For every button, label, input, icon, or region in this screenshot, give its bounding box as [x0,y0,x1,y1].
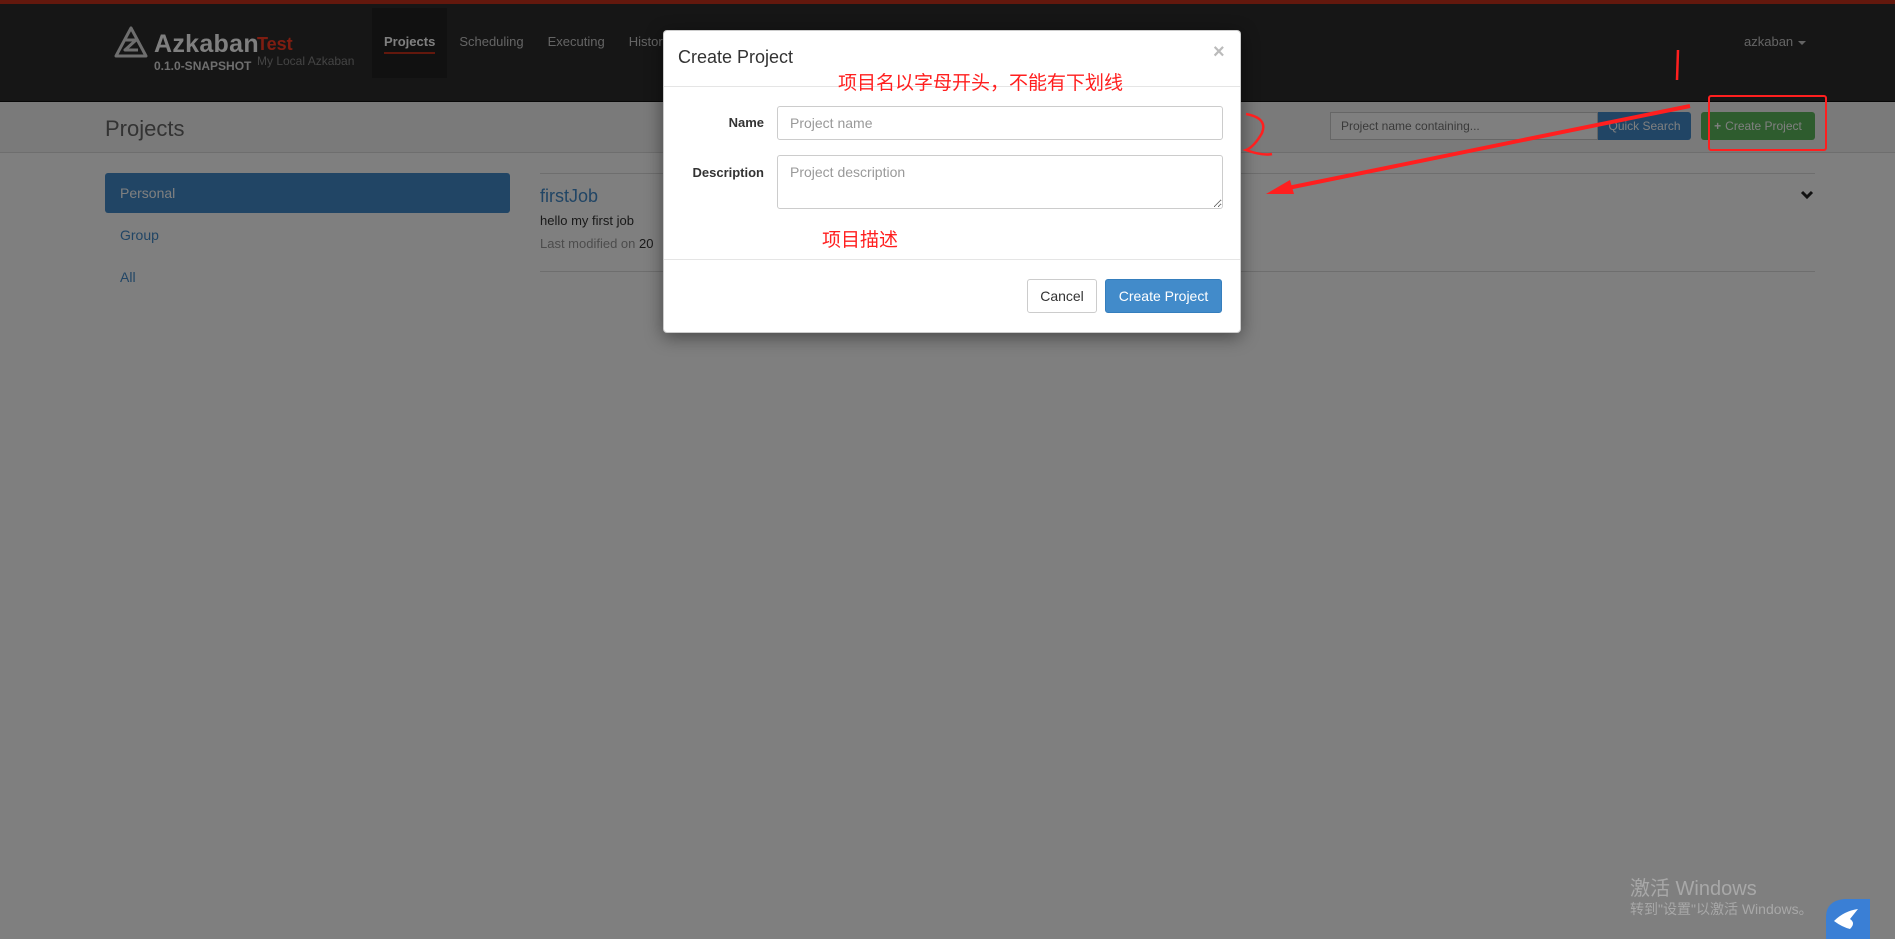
bird-mascot-icon [1826,899,1870,939]
create-project-submit-button[interactable]: Create Project [1105,279,1222,313]
annotation-description-note: 项目描述 [822,229,899,251]
windows-activation-subtitle: 转到"设置"以激活 Windows。 [1630,901,1813,917]
close-icon[interactable]: × [1213,41,1225,64]
description-label: Description [692,165,764,180]
project-name-input[interactable] [777,106,1223,140]
project-description-input[interactable] [777,155,1223,209]
divider [664,259,1240,260]
windows-activation-title: 激活 Windows [1630,878,1757,900]
modal-title: Create Project [678,47,794,67]
cancel-button[interactable]: Cancel [1027,279,1097,313]
name-label: Name [728,115,764,130]
annotation-name-note: 项目名以字母开头，不能有下划线 [838,72,1124,94]
